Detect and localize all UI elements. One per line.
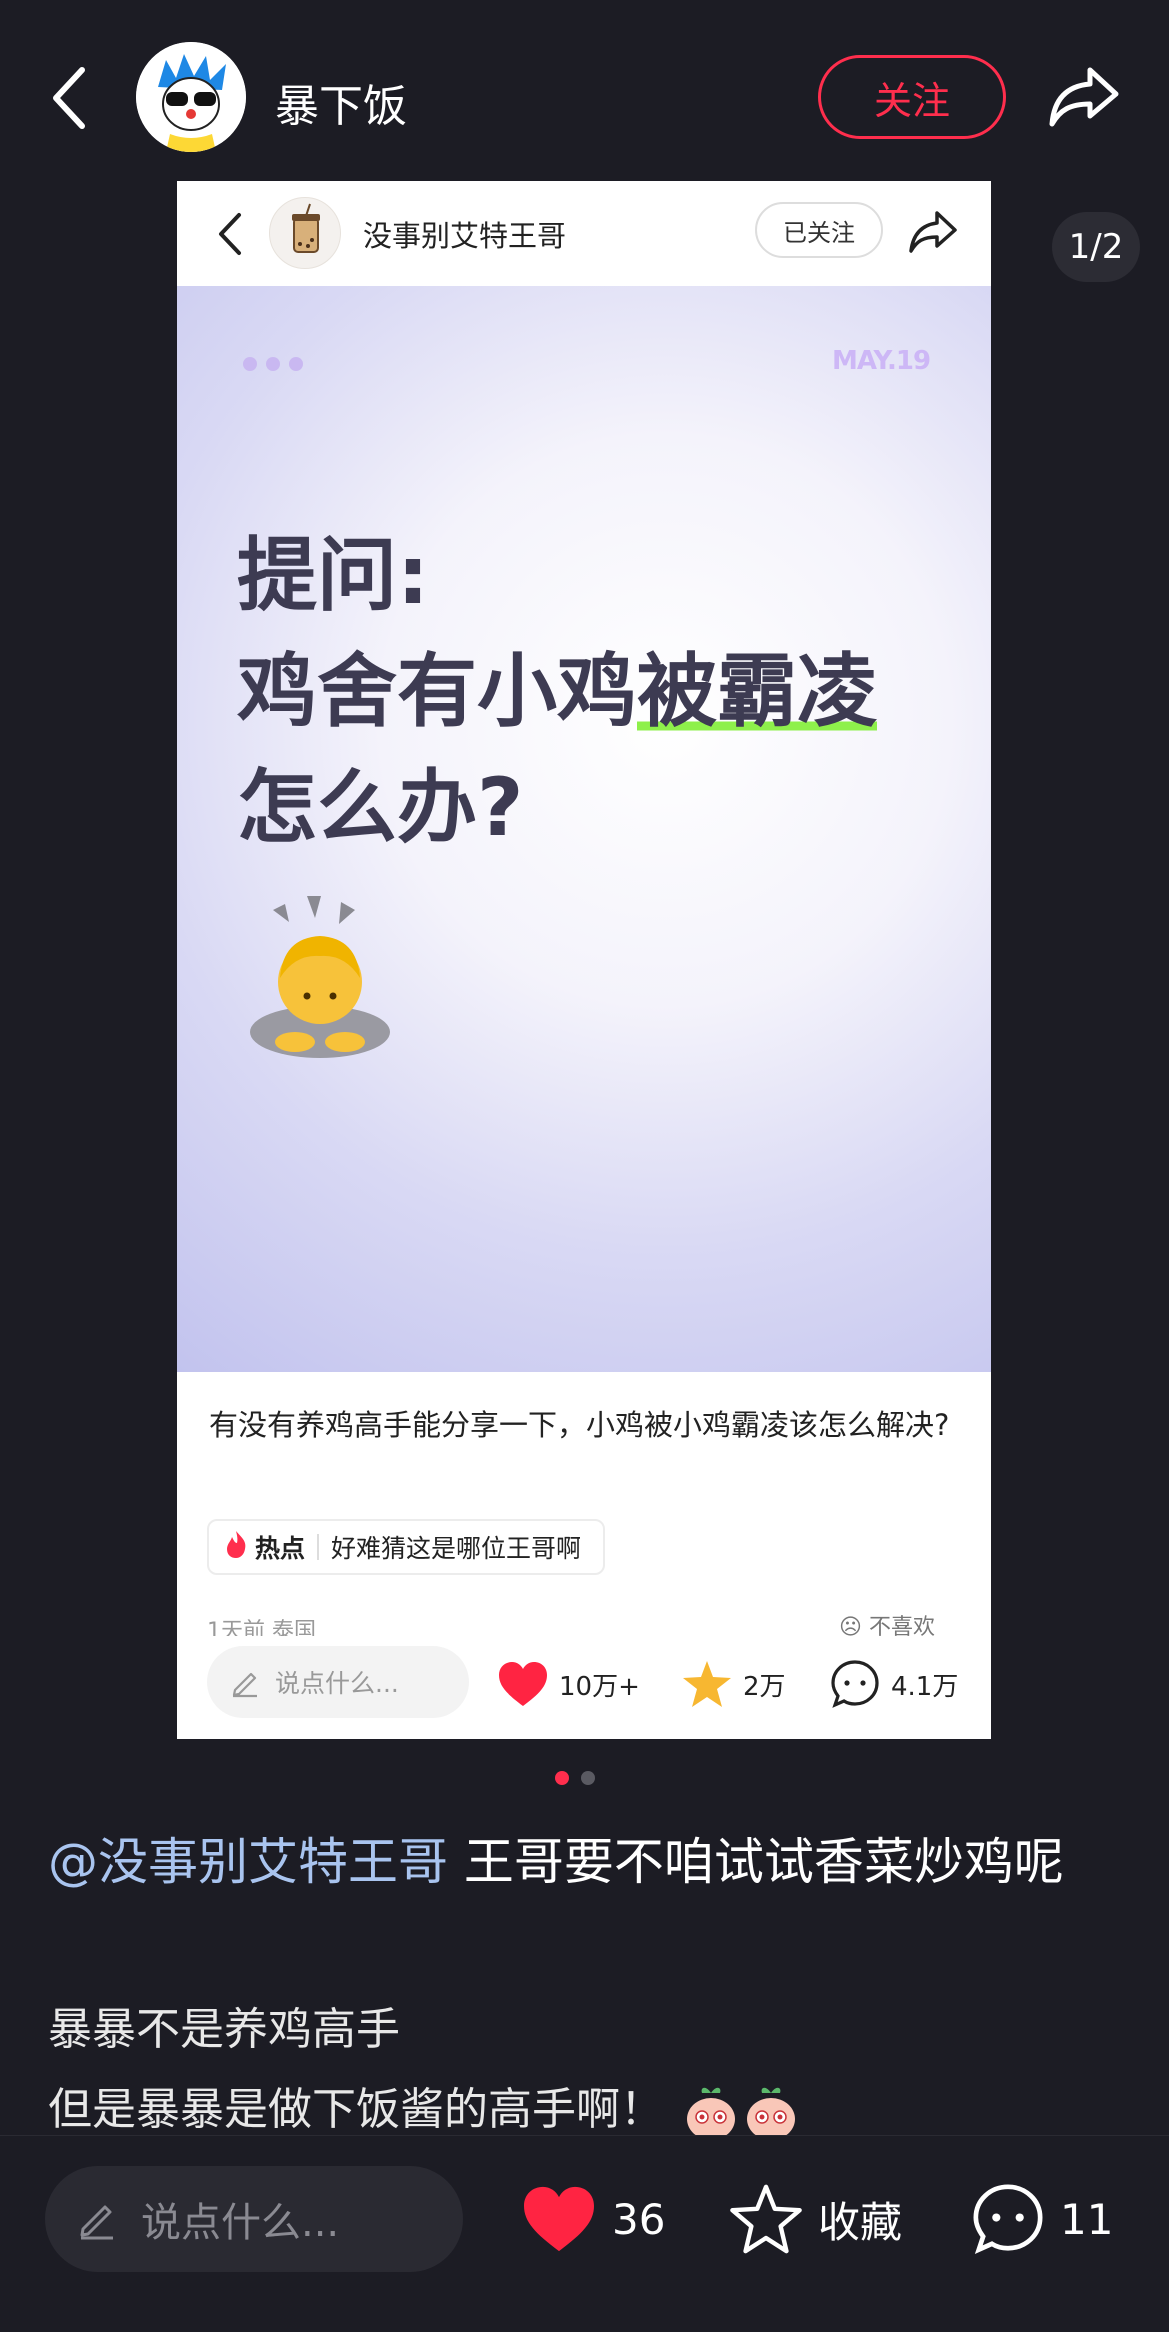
embedded-bottom-bar: 说点什么... 10万+ 2万 4.1万 bbox=[177, 1636, 991, 1739]
embedded-back-icon bbox=[213, 205, 253, 263]
embedded-comment-input: 说点什么... bbox=[207, 1646, 469, 1718]
poster-question-line2-start: 鸡舍有小鸡 bbox=[237, 645, 637, 738]
comment-count: 11 bbox=[1060, 2194, 1114, 2244]
poster-date: MAY.19 bbox=[832, 346, 931, 376]
embedded-hot-tag: 热点 好难猜这是哪位王哥啊 bbox=[207, 1519, 606, 1575]
peach-face-emoji bbox=[684, 2083, 738, 2141]
hot-tag-divider bbox=[317, 1534, 320, 1560]
image-page-indicator: 1/2 bbox=[1052, 212, 1140, 282]
embedded-comment-placeholder: 说点什么... bbox=[275, 1669, 399, 1698]
embedded-author-name: 没事别艾特王哥 bbox=[363, 219, 567, 253]
mention-link[interactable]: @没事别艾特王哥 bbox=[48, 1833, 448, 1891]
share-icon[interactable] bbox=[1046, 58, 1122, 134]
pencil-icon bbox=[232, 1672, 257, 1698]
comment-input[interactable]: 说点什么... bbox=[45, 2166, 463, 2272]
embedded-author-avatar bbox=[269, 197, 341, 269]
heart-icon bbox=[499, 1662, 547, 1706]
author-name[interactable]: 暴下饭 bbox=[275, 70, 407, 134]
collect-button[interactable]: 收藏 bbox=[728, 2179, 902, 2259]
poster-dots bbox=[243, 356, 312, 375]
star-icon bbox=[683, 1661, 731, 1707]
hot-tag-text: 好难猜这是哪位王哥啊 bbox=[331, 1534, 582, 1563]
peach-face-emoji bbox=[744, 2083, 798, 2141]
post-title-text: 王哥要不咱试试香菜炒鸡呢 bbox=[448, 1833, 1064, 1891]
carousel-dot-active bbox=[555, 1771, 569, 1785]
back-icon[interactable] bbox=[44, 58, 104, 138]
like-count: 36 bbox=[612, 2194, 666, 2244]
embedded-header: 没事别艾特王哥 已关注 bbox=[177, 181, 991, 286]
comment-icon bbox=[831, 1660, 879, 1708]
poster-image: MAY.19 提问: 鸡舍有小鸡被霸凌 怎么办? bbox=[177, 286, 991, 1372]
embedded-screenshot[interactable]: 没事别艾特王哥 已关注 MAY.19 提问: 鸡舍有小鸡被霸凌 怎么办? 有没有… bbox=[177, 181, 991, 1739]
fire-icon bbox=[223, 1529, 249, 1565]
post-body-line2: 但是暴暴是做下饭酱的高手啊！ bbox=[48, 2084, 664, 2135]
heart-icon bbox=[524, 2186, 594, 2252]
post-body: 暴暴不是养鸡高手 但是暴暴是做下饭酱的高手啊！ bbox=[48, 1990, 1128, 2150]
bottom-bar: 说点什么... 36 收藏 11 bbox=[0, 2135, 1169, 2332]
embedded-comment-count: 4.1万 bbox=[891, 1671, 959, 1702]
top-bar: 暴下饭 关注 bbox=[0, 0, 1169, 180]
embedded-comment-stat: 4.1万 bbox=[829, 1656, 958, 1712]
post-body-line1: 暴暴不是养鸡高手 bbox=[48, 2004, 400, 2055]
comment-placeholder: 说点什么... bbox=[141, 2200, 340, 2246]
author-avatar[interactable] bbox=[136, 42, 246, 152]
pencil-icon bbox=[80, 2205, 113, 2240]
carousel-dot-inactive bbox=[581, 1771, 595, 1785]
follow-button[interactable]: 关注 bbox=[818, 55, 1006, 139]
embedded-collect-count: 2万 bbox=[743, 1671, 786, 1702]
star-icon bbox=[730, 2184, 802, 2254]
comment-icon bbox=[973, 2184, 1043, 2254]
poster-question-line1: 提问: bbox=[237, 529, 429, 622]
hot-tag-label: 热点 bbox=[255, 1534, 306, 1563]
comment-button[interactable]: 11 bbox=[970, 2179, 1113, 2259]
embedded-following-button: 已关注 bbox=[755, 202, 883, 258]
poster-question: 提问: 鸡舍有小鸡被霸凌 怎么办? bbox=[237, 518, 877, 866]
post-title: @没事别艾特王哥 王哥要不咱试试香菜炒鸡呢 bbox=[48, 1822, 1128, 1902]
carousel-dots bbox=[555, 1770, 607, 1789]
embedded-description: 有没有养鸡高手能分享一下，小鸡被小鸡霸凌该怎么解决? bbox=[209, 1408, 950, 1442]
poster-question-line3: 怎么办? bbox=[237, 761, 524, 854]
embedded-like-count: 10万+ bbox=[559, 1671, 640, 1702]
embedded-like-stat: 10万+ bbox=[497, 1656, 640, 1712]
like-button[interactable]: 36 bbox=[520, 2179, 665, 2259]
poster-question-highlight: 被霸凌 bbox=[637, 645, 877, 738]
poster-question-line2: 鸡舍有小鸡被霸凌 bbox=[237, 634, 877, 750]
bowing-person-emoji bbox=[245, 892, 395, 1062]
collect-label: 收藏 bbox=[818, 2197, 903, 2247]
embedded-collect-stat: 2万 bbox=[681, 1656, 786, 1712]
embedded-share-icon bbox=[907, 205, 959, 257]
